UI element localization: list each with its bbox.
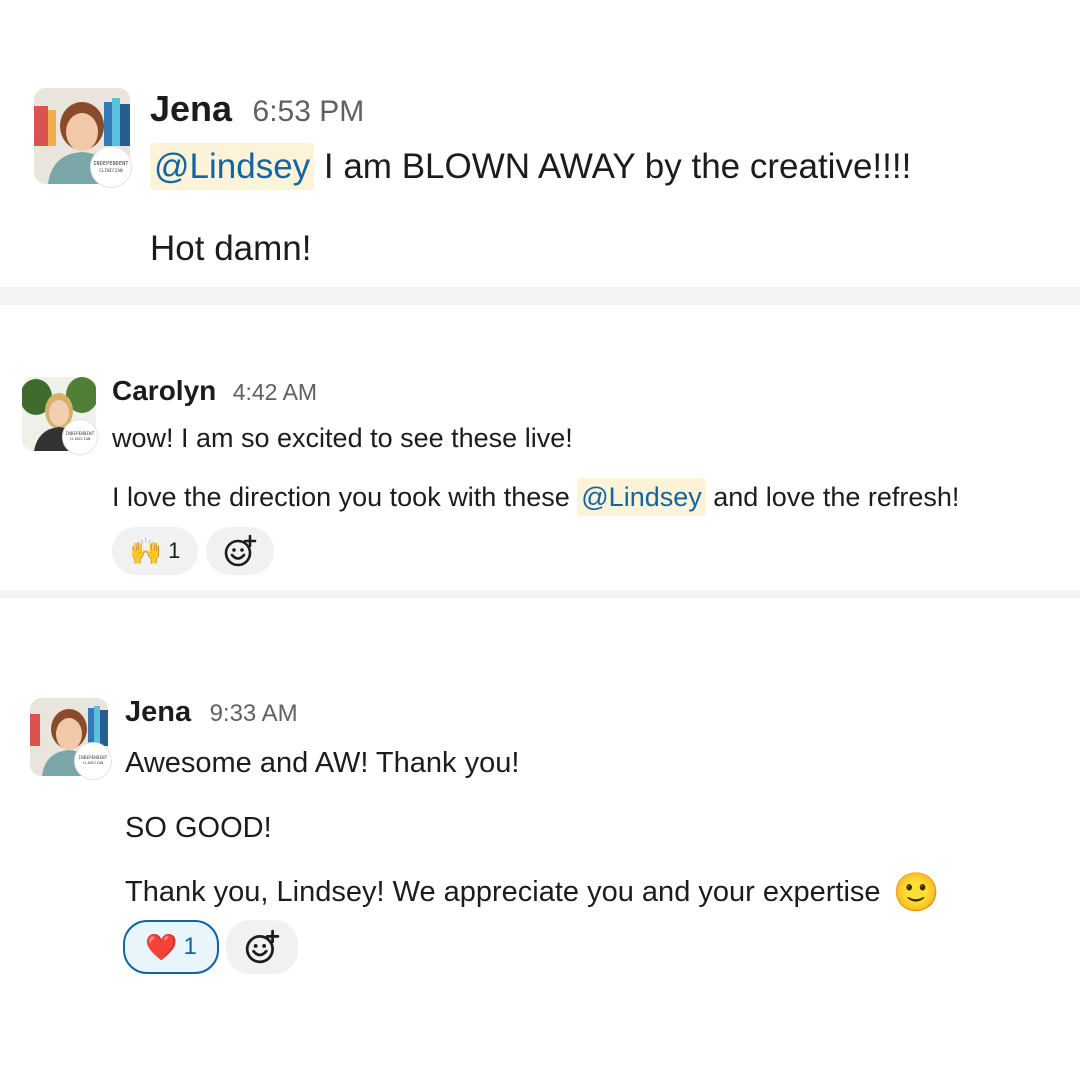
independent-clinician-logo: INDEPENDENT CLINICIAN xyxy=(74,742,112,780)
message-divider xyxy=(0,590,1080,598)
message-text: Hot damn! xyxy=(150,229,312,268)
message-jena-2: INDEPENDENT CLINICIAN Jena 9:33 AM Aweso… xyxy=(0,598,1080,1080)
independent-clinician-logo: INDEPENDENT CLINICIAN xyxy=(62,419,98,455)
add-reaction-icon xyxy=(224,534,257,567)
author-name[interactable]: Jena xyxy=(125,696,191,728)
message-text: Awesome and AW! Thank you! xyxy=(125,747,520,779)
message-header: Jena 6:53 PM xyxy=(150,88,364,130)
message-text: SO GOOD! xyxy=(125,812,272,844)
message-jena-1: INDEPENDENT CLINICIAN Jena 6:53 PM @Lind… xyxy=(0,0,1080,290)
reaction-heart[interactable]: ❤️ 1 xyxy=(123,920,219,974)
message-carolyn: INDEPENDENT CLINICIAN Carolyn 4:42 AM wo… xyxy=(0,305,1080,593)
add-reaction-icon xyxy=(245,929,280,964)
slightly-smiling-face-icon: 🙂 xyxy=(892,872,940,915)
message-header: Carolyn 4:42 AM xyxy=(112,375,317,407)
add-reaction-button[interactable] xyxy=(226,920,298,974)
message-text: I love the direction you took with these… xyxy=(112,475,959,519)
reaction-raised-hands[interactable]: 🙌 1 xyxy=(112,527,198,575)
user-mention[interactable]: @Lindsey xyxy=(577,478,706,516)
author-name[interactable]: Jena xyxy=(150,88,232,129)
message-text: Thank you, Lindsey! We appreciate you an… xyxy=(125,872,940,915)
independent-clinician-logo: INDEPENDENT CLINICIAN xyxy=(90,146,132,188)
timestamp[interactable]: 9:33 AM xyxy=(210,700,298,727)
raised-hands-icon: 🙌 xyxy=(129,535,163,566)
message-header: Jena 9:33 AM xyxy=(125,696,298,729)
message-text: wow! I am so excited to see these live! xyxy=(112,423,573,453)
timestamp[interactable]: 4:42 AM xyxy=(233,379,317,405)
timestamp[interactable]: 6:53 PM xyxy=(253,95,365,128)
user-mention[interactable]: @Lindsey xyxy=(150,143,315,190)
heart-icon: ❤️ xyxy=(145,931,178,962)
add-reaction-button[interactable] xyxy=(206,527,274,575)
reaction-count: 1 xyxy=(183,933,197,960)
reaction-count: 1 xyxy=(168,538,181,563)
author-name[interactable]: Carolyn xyxy=(112,375,216,406)
message-divider xyxy=(0,287,1080,305)
message-text: @Lindsey I am BLOWN AWAY by the creative… xyxy=(150,140,911,194)
